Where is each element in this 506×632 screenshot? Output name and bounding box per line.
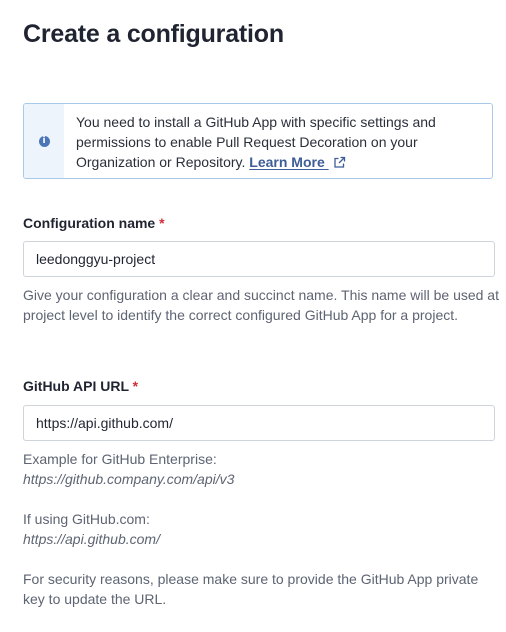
info-icon: i	[38, 135, 50, 147]
configuration-name-help: Give your configuration a clear and succ…	[23, 287, 499, 323]
enterprise-example-url: https://github.company.com/api/v3	[23, 469, 499, 489]
required-asterisk: *	[159, 215, 165, 231]
github-api-url-label-text: GitHub API URL	[23, 378, 129, 394]
create-configuration-form: Create a configuration i You need to ins…	[0, 0, 506, 632]
security-note: For security reasons, please make sure t…	[23, 571, 479, 607]
github-api-url-help: Example for GitHub Enterprise: https://g…	[23, 449, 499, 609]
configuration-name-input[interactable]	[23, 241, 495, 277]
enterprise-example-label: Example for GitHub Enterprise:	[23, 451, 217, 467]
enterprise-example-url-text: https://github.company.com/api/v3	[23, 471, 235, 487]
github-com-label: If using GitHub.com:	[23, 511, 150, 527]
learn-more-label: Learn More	[249, 154, 325, 170]
github-api-url-label: GitHub API URL *	[23, 378, 138, 394]
github-com-url-text: https://api.github.com/	[23, 531, 160, 547]
info-banner: i You need to install a GitHub App with …	[23, 103, 493, 179]
required-asterisk: *	[132, 378, 139, 394]
learn-more-link[interactable]: Learn More	[249, 154, 345, 170]
external-link-icon	[333, 156, 345, 168]
configuration-name-label-text: Configuration name	[23, 215, 156, 231]
info-banner-side: i	[24, 104, 64, 178]
github-api-url-input[interactable]	[23, 405, 495, 441]
info-banner-message: You need to install a GitHub App with sp…	[64, 104, 492, 178]
page-title: Create a configuration	[23, 20, 284, 48]
github-com-url: https://api.github.com/	[23, 529, 499, 549]
configuration-name-label: Configuration name *	[23, 215, 165, 231]
